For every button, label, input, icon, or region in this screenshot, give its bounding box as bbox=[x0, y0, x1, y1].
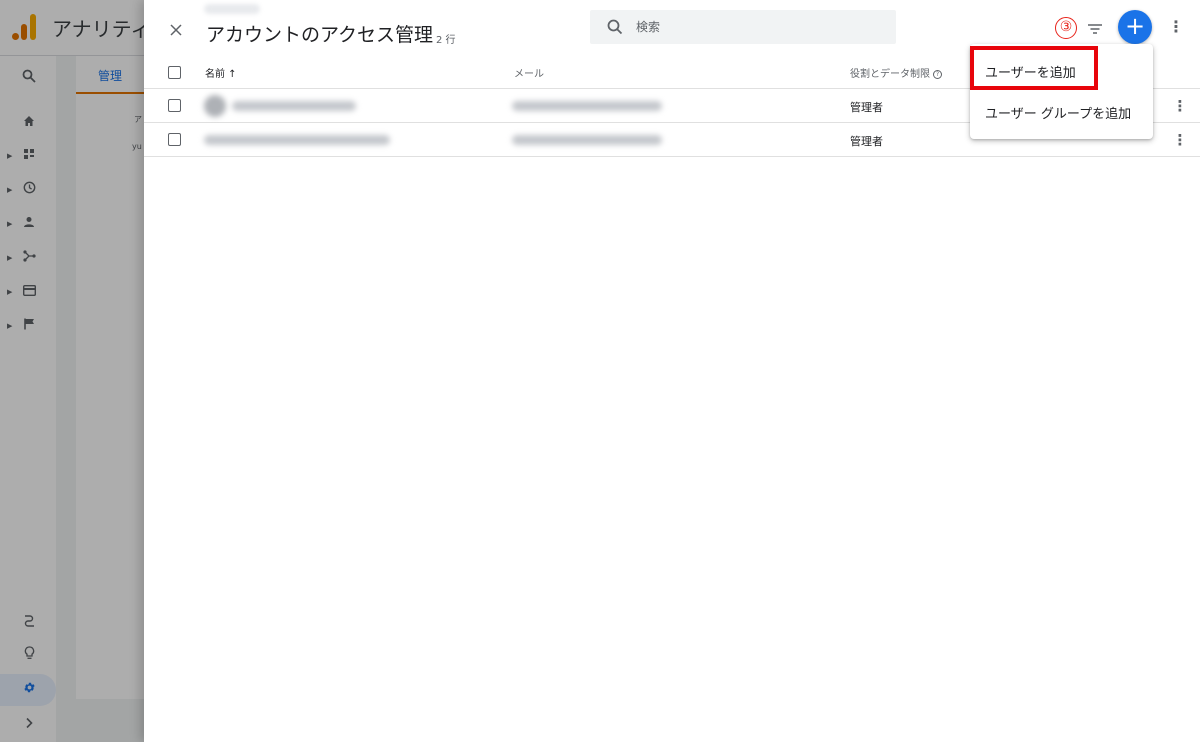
menu-item-add-user-group[interactable]: ユーザー グループを追加 bbox=[970, 91, 1153, 131]
select-all-checkbox[interactable] bbox=[168, 66, 181, 79]
row-count: 2 行 bbox=[436, 35, 456, 46]
user-email-redacted bbox=[512, 135, 662, 145]
add-button[interactable]: + bbox=[1118, 10, 1152, 44]
search-box[interactable] bbox=[590, 10, 896, 44]
step-marker: ③ bbox=[1055, 17, 1077, 39]
breadcrumb bbox=[204, 4, 260, 14]
user-email-redacted bbox=[512, 101, 662, 111]
filter-icon[interactable] bbox=[1084, 18, 1106, 40]
add-menu: ユーザーを追加 ユーザー グループを追加 bbox=[970, 44, 1153, 139]
page-title: アカウントのアクセス管理 bbox=[206, 24, 434, 46]
user-name-redacted bbox=[204, 135, 390, 145]
user-role: 管理者 bbox=[850, 135, 883, 148]
user-role: 管理者 bbox=[850, 101, 883, 114]
highlight-annotation-box bbox=[970, 46, 1098, 90]
column-header-role-label: 役割とデータ制限 bbox=[850, 69, 930, 80]
column-header-role[interactable]: 役割とデータ制限? bbox=[850, 65, 942, 80]
search-input[interactable] bbox=[636, 17, 876, 37]
close-button[interactable] bbox=[162, 15, 190, 43]
row-checkbox[interactable] bbox=[168, 99, 181, 112]
row-more-icon[interactable]: ⋮ bbox=[1172, 95, 1188, 117]
avatar bbox=[204, 95, 226, 117]
user-name-redacted bbox=[232, 101, 356, 111]
more-options-icon[interactable]: ⋮ bbox=[1168, 16, 1184, 38]
menu-item-label: ユーザー グループを追加 bbox=[985, 107, 1132, 122]
column-header-email[interactable]: メール bbox=[514, 65, 544, 80]
row-more-icon[interactable]: ⋮ bbox=[1172, 129, 1188, 151]
column-header-name[interactable]: 名前 ↑ bbox=[205, 65, 237, 80]
search-icon bbox=[607, 19, 623, 35]
close-icon bbox=[170, 24, 182, 36]
help-icon[interactable]: ? bbox=[933, 70, 942, 79]
row-checkbox[interactable] bbox=[168, 133, 181, 146]
